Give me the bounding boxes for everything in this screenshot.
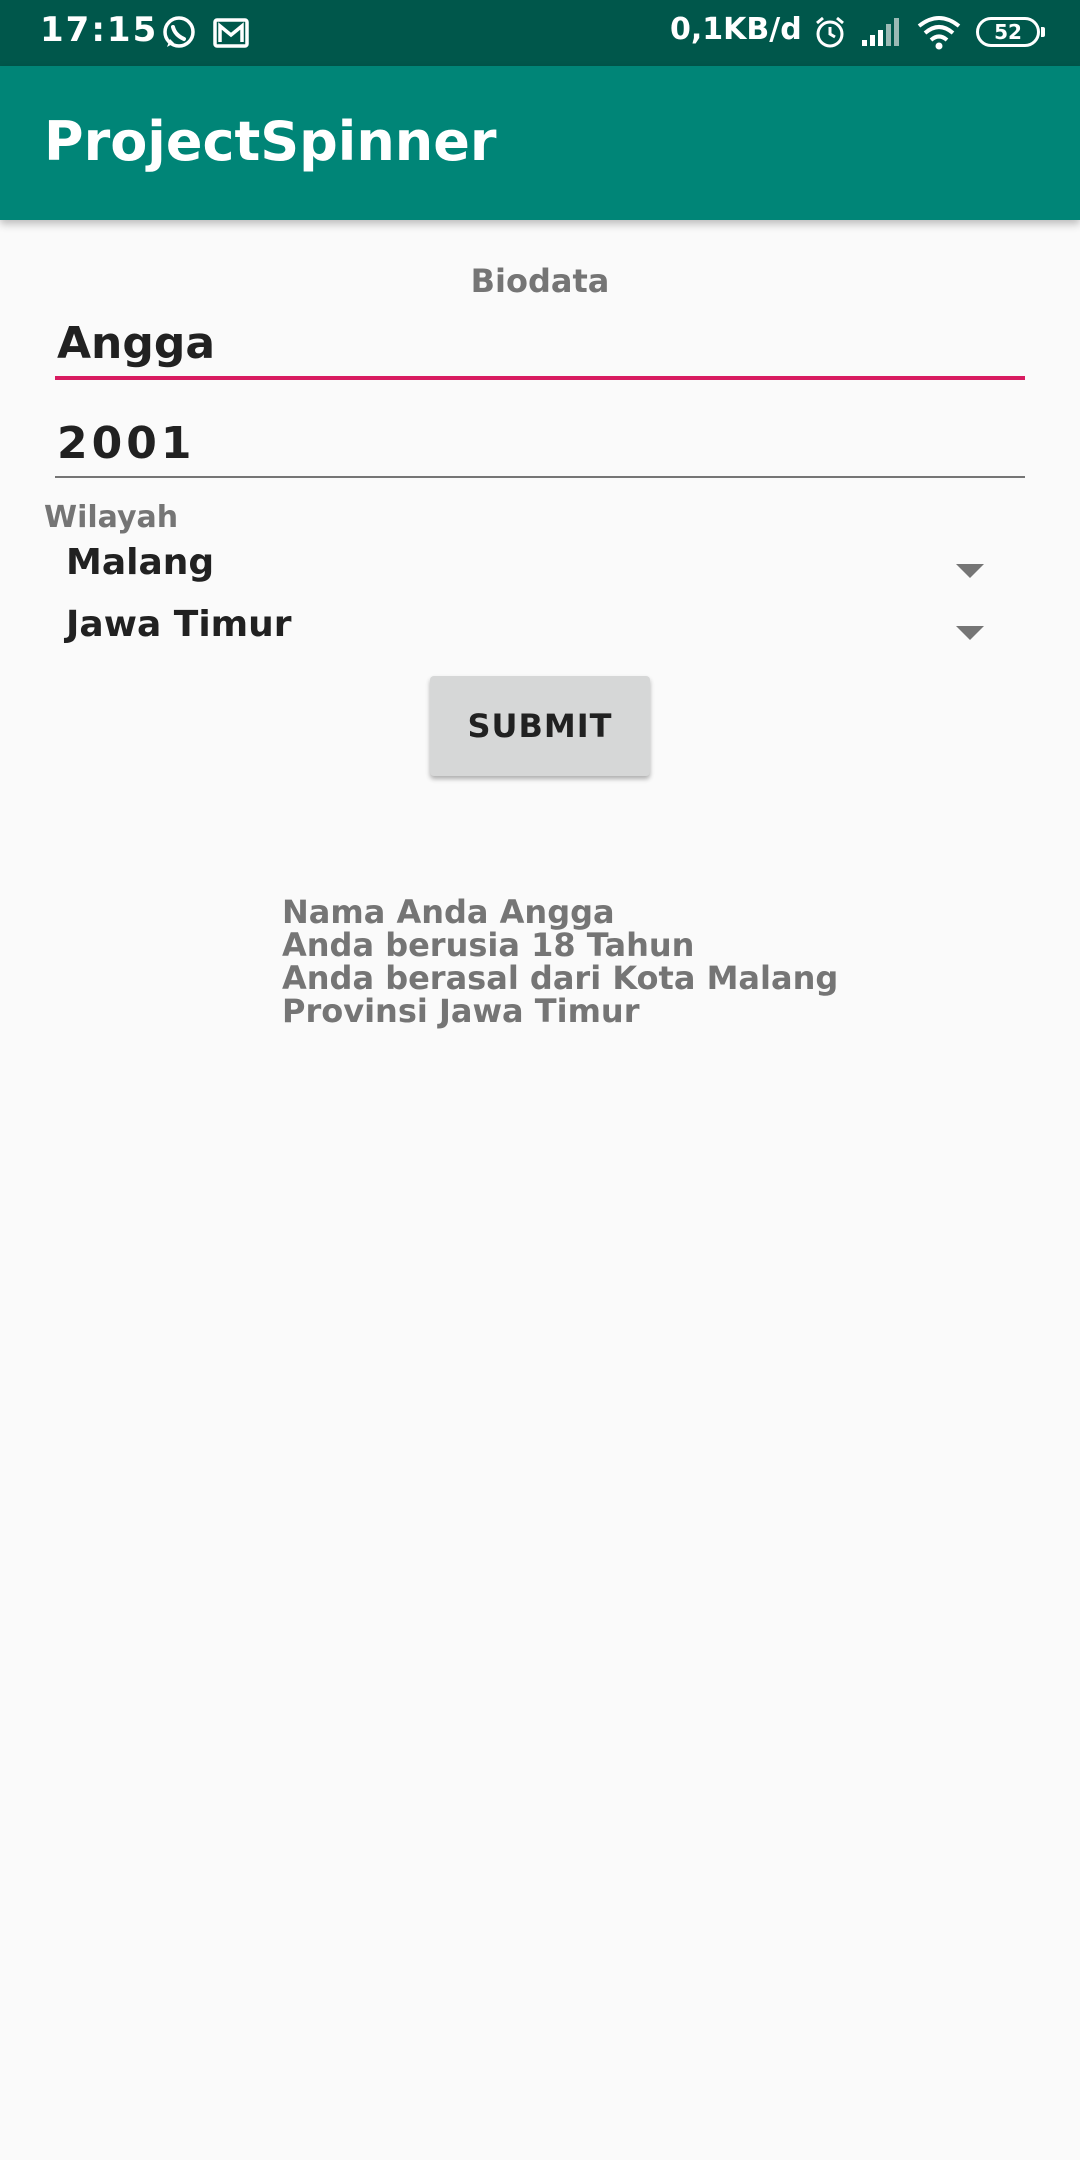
app-bar: ProjectSpinner [0, 66, 1080, 220]
status-time: 17:15 [40, 10, 159, 50]
city-spinner-value: Malang [66, 542, 215, 583]
result-line-name: Nama Anda Angga [282, 893, 615, 931]
result-text: Nama Anda Angga Anda berusia 18 Tahun An… [282, 896, 838, 1028]
province-spinner[interactable]: Jawa Timur [66, 604, 996, 664]
app-title: ProjectSpinner [44, 110, 497, 173]
signal-icon [860, 14, 904, 54]
dropdown-arrow-icon [956, 626, 984, 640]
dropdown-arrow-icon [956, 564, 984, 578]
form-heading: Biodata [470, 262, 610, 300]
result-line-age: Anda berusia 18 Tahun [282, 926, 695, 964]
alarm-icon [812, 14, 848, 54]
status-bar: 17:15 0,1KB/d 52 [0, 0, 1080, 66]
name-input[interactable]: Angga [55, 318, 1025, 380]
submit-button[interactable]: SUBMIT [430, 676, 650, 776]
network-speed: 0,1KB/d [670, 12, 802, 47]
birth-year-input[interactable]: 2001 [55, 418, 1025, 478]
region-label: Wilayah [44, 500, 179, 535]
battery-icon: 52 [976, 17, 1045, 47]
result-line-city: Anda berasal dari Kota Malang [282, 959, 839, 997]
province-spinner-value: Jawa Timur [66, 604, 292, 645]
gmail-icon [212, 14, 250, 56]
city-spinner[interactable]: Malang [66, 542, 996, 602]
wifi-icon [916, 14, 962, 54]
whatsapp-icon [160, 14, 198, 56]
result-line-province: Provinsi Jawa Timur [282, 992, 640, 1030]
